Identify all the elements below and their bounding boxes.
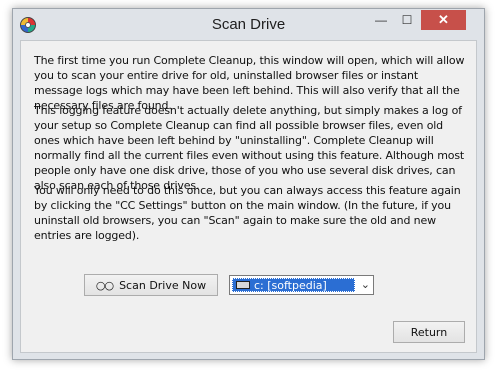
return-button[interactable]: Return (393, 321, 465, 343)
drive-select-label: c: [softpedia] (254, 279, 327, 292)
scan-drive-window: Scan Drive — ☐ ✕ The first time you run … (12, 8, 485, 360)
scan-drive-now-button[interactable]: ○○ Scan Drive Now (84, 274, 218, 296)
drive-icon (236, 281, 250, 289)
logging-paragraph: This logging feature doesn't actually de… (34, 104, 465, 192)
close-button[interactable]: ✕ (421, 10, 466, 30)
glasses-icon: ○○ (95, 278, 114, 292)
scan-drive-now-label: Scan Drive Now (119, 278, 207, 292)
settings-paragraph: You will only need to do this once, but … (34, 184, 461, 242)
minimize-button[interactable]: — (368, 10, 394, 30)
maximize-button[interactable]: ☐ (394, 10, 420, 30)
chevron-down-icon[interactable]: ⌄ (361, 278, 370, 291)
drive-select[interactable]: c: [softpedia] ⌄ (229, 275, 374, 295)
title-bar[interactable]: Scan Drive — ☐ ✕ (13, 9, 484, 40)
dialog-body: The first time you run Complete Cleanup,… (20, 40, 477, 353)
drive-select-value: c: [softpedia] (232, 278, 355, 292)
